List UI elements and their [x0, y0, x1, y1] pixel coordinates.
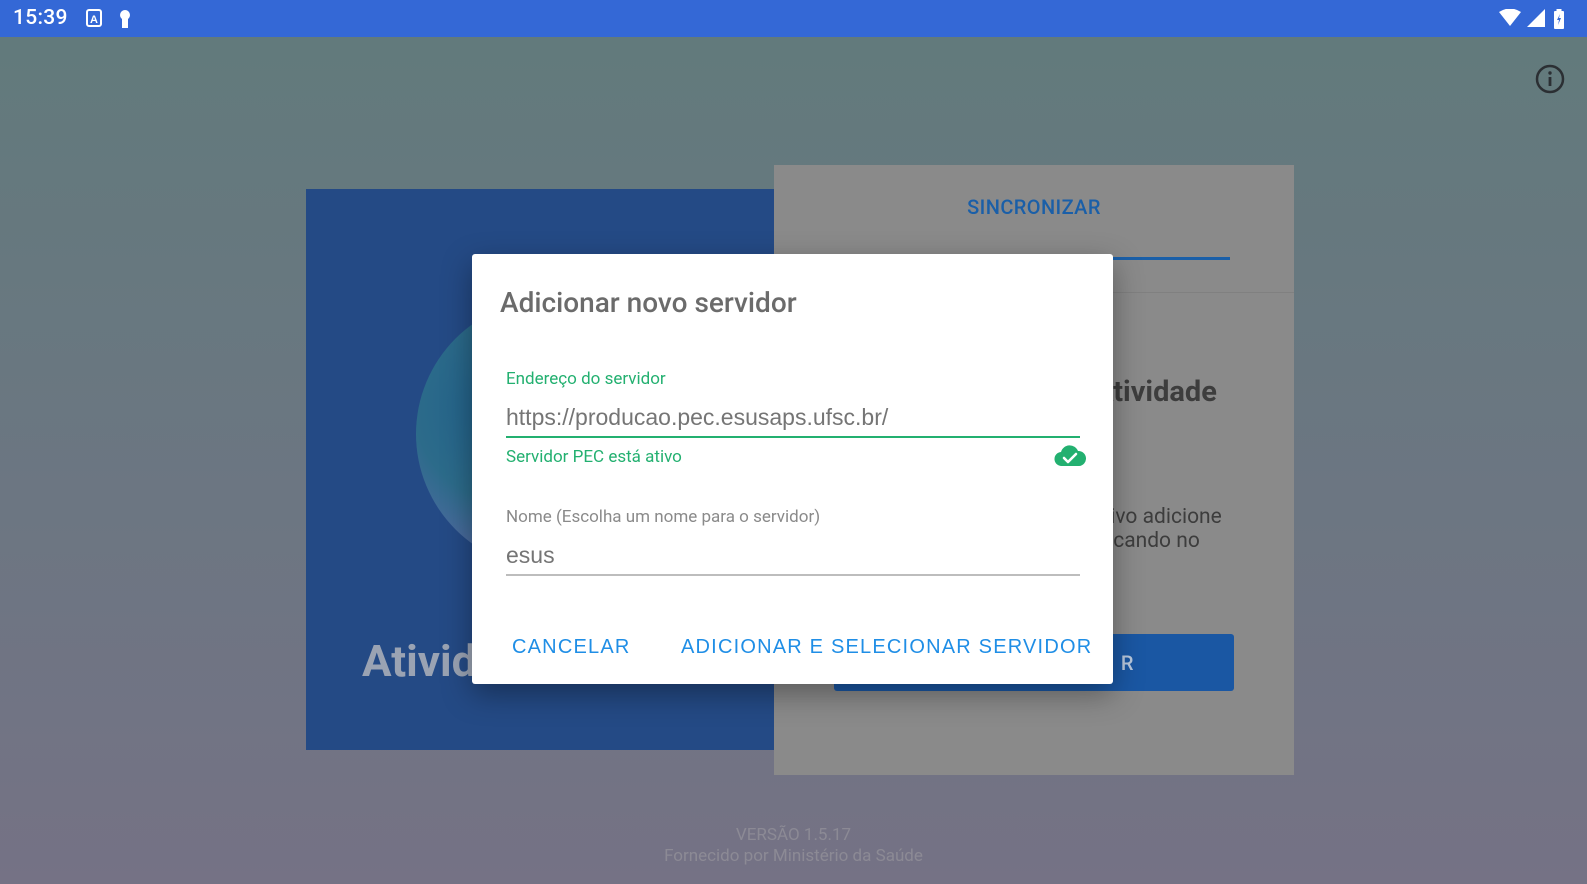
cloud-check-icon [1054, 444, 1087, 468]
cancel-button[interactable]: CANCELAR [512, 636, 631, 659]
status-time: 15:39 [13, 6, 68, 30]
card-description-line-2: clicando no [1092, 529, 1200, 553]
server-name-label: Nome (Escolha um nome para o servidor) [506, 507, 821, 527]
battery-icon [1553, 9, 1565, 33]
provider-text: Fornecido por Ministério da Saúde [664, 846, 923, 866]
server-status-text: Servidor PEC está ativo [506, 447, 682, 467]
app-title-partial: Ativid [362, 635, 477, 687]
version-text: VERSÃO 1.5.17 [735, 825, 852, 845]
server-address-label: Endereço do servidor [506, 369, 666, 389]
keyhole-icon [118, 9, 132, 33]
card-primary-button-label: R [1120, 651, 1134, 675]
wifi-icon [1499, 8, 1521, 31]
info-icon[interactable] [1535, 64, 1565, 94]
status-bar: 15:39 A [0, 0, 1587, 37]
card-description: ativo adicione clicando no [1092, 505, 1292, 553]
server-name-input[interactable] [506, 536, 1080, 576]
server-address-input[interactable] [506, 398, 1080, 438]
add-server-dialog: Adicionar novo servidor Endereço do serv… [472, 254, 1113, 684]
card-description-line-1: ativo adicione [1092, 505, 1222, 529]
dialog-title: Adicionar novo servidor [500, 286, 797, 319]
signal-icon [1527, 9, 1545, 31]
add-and-select-server-button[interactable]: ADICIONAR E SELECIONAR SERVIDOR [681, 636, 1092, 659]
keyboard-a-icon: A [86, 9, 102, 31]
tab-sincronizar[interactable]: SINCRONIZAR [774, 195, 1294, 219]
svg-text:A: A [90, 14, 98, 26]
